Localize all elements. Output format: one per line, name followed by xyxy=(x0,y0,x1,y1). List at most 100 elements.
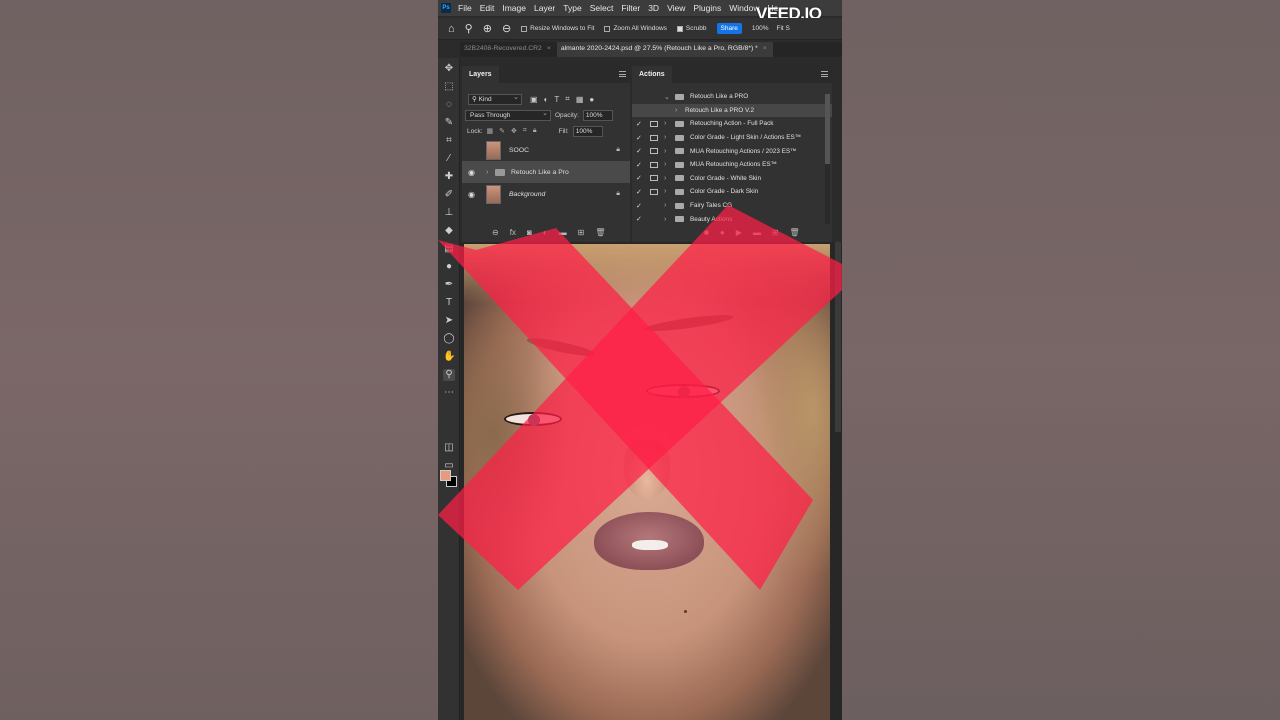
new-group-icon[interactable]: ▬ xyxy=(559,228,567,237)
photoshop-logo[interactable]: Ps xyxy=(441,3,451,13)
resize-windows-checkbox[interactable]: Resize Windows to Fit xyxy=(521,25,594,32)
type-icon[interactable]: T xyxy=(443,297,455,309)
zoom-tool-icon[interactable]: ⚲ xyxy=(465,22,473,35)
chevron-down-icon[interactable]: ⌄ xyxy=(664,93,670,101)
zoom-all-checkbox[interactable]: Zoom All Windows xyxy=(604,25,667,32)
layer-name[interactable]: SOOC xyxy=(509,147,529,154)
menu-edit[interactable]: Edit xyxy=(480,3,495,13)
shape-filter-icon[interactable]: ⌗ xyxy=(565,94,570,104)
action-set-row[interactable]: ✓ › MUA Retouching Actions / 2023 ES™ xyxy=(632,144,832,158)
opacity-field[interactable]: 100% xyxy=(582,110,613,121)
zoom-value[interactable]: 100% xyxy=(752,25,769,32)
check-icon[interactable]: ✓ xyxy=(636,134,642,142)
dialog-toggle-icon[interactable] xyxy=(650,188,658,195)
pen-icon[interactable]: ✒ xyxy=(443,279,455,291)
chevron-right-icon[interactable]: › xyxy=(664,120,666,127)
actions-tab[interactable]: Actions xyxy=(632,66,672,83)
play-icon[interactable]: ▶ xyxy=(736,228,742,237)
eyedropper-icon[interactable]: ⁄ xyxy=(443,153,455,165)
chevron-right-icon[interactable]: › xyxy=(675,107,677,114)
smart-object-filter-icon[interactable]: ▦ xyxy=(576,95,584,104)
eraser-icon[interactable]: ◆ xyxy=(443,225,455,237)
layers-tab[interactable]: Layers xyxy=(462,66,499,83)
ellipse-icon[interactable]: ◯ xyxy=(443,333,455,345)
document-canvas[interactable] xyxy=(460,242,842,720)
canvas-scrollbar[interactable] xyxy=(835,242,841,432)
lasso-icon[interactable]: ◌ xyxy=(443,99,455,111)
trash-icon[interactable]: 🗑︎ xyxy=(595,228,605,237)
more-tools-icon[interactable]: ⋯ xyxy=(443,387,455,399)
check-icon[interactable]: ✓ xyxy=(636,202,642,210)
eye-icon[interactable]: ◉ xyxy=(468,168,475,177)
dialog-toggle-icon[interactable] xyxy=(650,161,658,168)
blur-icon[interactable]: ● xyxy=(443,261,455,273)
lock-transparent-icon[interactable]: ▦ xyxy=(487,127,494,135)
dialog-toggle-icon[interactable] xyxy=(650,175,658,182)
action-set-row[interactable]: ✓ › Beauty Actions xyxy=(632,212,832,226)
layer-row[interactable]: SOOC 🔒︎ xyxy=(462,139,630,161)
marquee-icon[interactable]: ⬚ xyxy=(443,81,455,93)
chevron-right-icon[interactable]: › xyxy=(664,161,666,168)
new-set-icon[interactable]: ▬ xyxy=(753,228,761,237)
lock-image-icon[interactable]: ✎ xyxy=(499,127,505,135)
menu-window[interactable]: Window xyxy=(729,3,759,13)
crop-icon[interactable]: ⌗ xyxy=(443,135,455,147)
dialog-toggle-icon[interactable] xyxy=(650,148,658,155)
layer-row[interactable]: ◉ Background 🔒︎ xyxy=(462,183,630,205)
hand-icon[interactable]: ✋ xyxy=(443,351,455,363)
chevron-right-icon[interactable]: › xyxy=(664,216,666,223)
type-filter-icon[interactable]: T xyxy=(554,95,559,104)
adjustment-icon[interactable]: ◐ xyxy=(543,228,548,237)
lock-artboard-icon[interactable]: ⌗ xyxy=(523,127,527,135)
check-icon[interactable]: ✓ xyxy=(636,215,642,223)
layer-name[interactable]: Background xyxy=(509,191,545,198)
foreground-color-swatch[interactable] xyxy=(440,470,451,481)
share-button[interactable]: Share xyxy=(716,23,742,34)
stamp-icon[interactable]: ⊥ xyxy=(443,207,455,219)
menu-file[interactable]: File xyxy=(458,3,472,13)
eye-icon[interactable]: ◉ xyxy=(468,190,475,199)
mask-icon[interactable]: ◙ xyxy=(527,228,532,237)
quick-mask-icon[interactable]: ◫ xyxy=(443,442,455,454)
tab-document-2[interactable]: almante 2020-2424.psd @ 27.5% (Retouch L… xyxy=(556,42,773,57)
action-set-row[interactable]: ✓ › Color Grade - Dark Skin xyxy=(632,185,832,199)
panel-menu-icon[interactable] xyxy=(821,71,828,77)
brush-icon[interactable]: ✐ xyxy=(443,189,455,201)
layer-row[interactable]: ◉ › Retouch Like a Pro xyxy=(462,161,630,183)
healing-icon[interactable]: ✚ xyxy=(443,171,455,183)
panel-menu-icon[interactable] xyxy=(619,71,626,77)
new-action-icon[interactable]: ⊞ xyxy=(772,228,779,237)
tab-document-1[interactable]: 32B2408-Recovered.CR2 × xyxy=(460,42,557,57)
menu-select[interactable]: Select xyxy=(590,3,614,13)
action-set-row[interactable]: ✓ › Color Grade - Light Skin / Actions E… xyxy=(632,131,832,145)
menu-type[interactable]: Type xyxy=(563,3,581,13)
lock-position-icon[interactable]: ✥ xyxy=(511,127,517,135)
check-icon[interactable]: ✓ xyxy=(636,120,642,128)
fill-field[interactable]: 100% xyxy=(572,125,603,137)
new-layer-icon[interactable]: ⊞ xyxy=(578,228,585,237)
dialog-toggle-icon[interactable] xyxy=(650,134,658,141)
action-set-row[interactable]: ✓ › Retouching Action - Full Pack xyxy=(632,117,832,131)
dialog-toggle-icon[interactable] xyxy=(650,120,658,127)
filter-toggle-icon[interactable]: ● xyxy=(589,95,594,104)
check-icon[interactable]: ✓ xyxy=(636,161,642,169)
gradient-icon[interactable]: ▤ xyxy=(443,243,455,255)
action-row[interactable]: › Retouch Like a PRO V.2 xyxy=(632,103,832,118)
close-icon[interactable]: × xyxy=(547,45,551,57)
menu-filter[interactable]: Filter xyxy=(621,3,640,13)
quick-select-icon[interactable]: ✎ xyxy=(443,117,455,129)
chevron-right-icon[interactable]: › xyxy=(664,202,666,209)
pixel-filter-icon[interactable]: ▣ xyxy=(530,95,538,104)
check-icon[interactable]: ✓ xyxy=(636,147,642,155)
adjustment-filter-icon[interactable]: ◐ xyxy=(544,95,549,104)
action-set-row[interactable]: ✓ › Fairy Tales CG xyxy=(632,199,832,213)
fit-screen-button[interactable]: Fit S xyxy=(777,25,790,32)
record-icon[interactable]: ● xyxy=(720,228,725,237)
zoom-in-icon[interactable]: ⊕ xyxy=(483,22,492,35)
actions-scrollbar[interactable] xyxy=(825,94,830,224)
link-icon[interactable]: ⊖ xyxy=(492,228,499,237)
menu-image[interactable]: Image xyxy=(502,3,526,13)
path-select-icon[interactable]: ➤ xyxy=(443,315,455,327)
chevron-right-icon[interactable]: › xyxy=(664,188,666,195)
zoom-out-icon[interactable]: ⊖ xyxy=(502,22,511,35)
